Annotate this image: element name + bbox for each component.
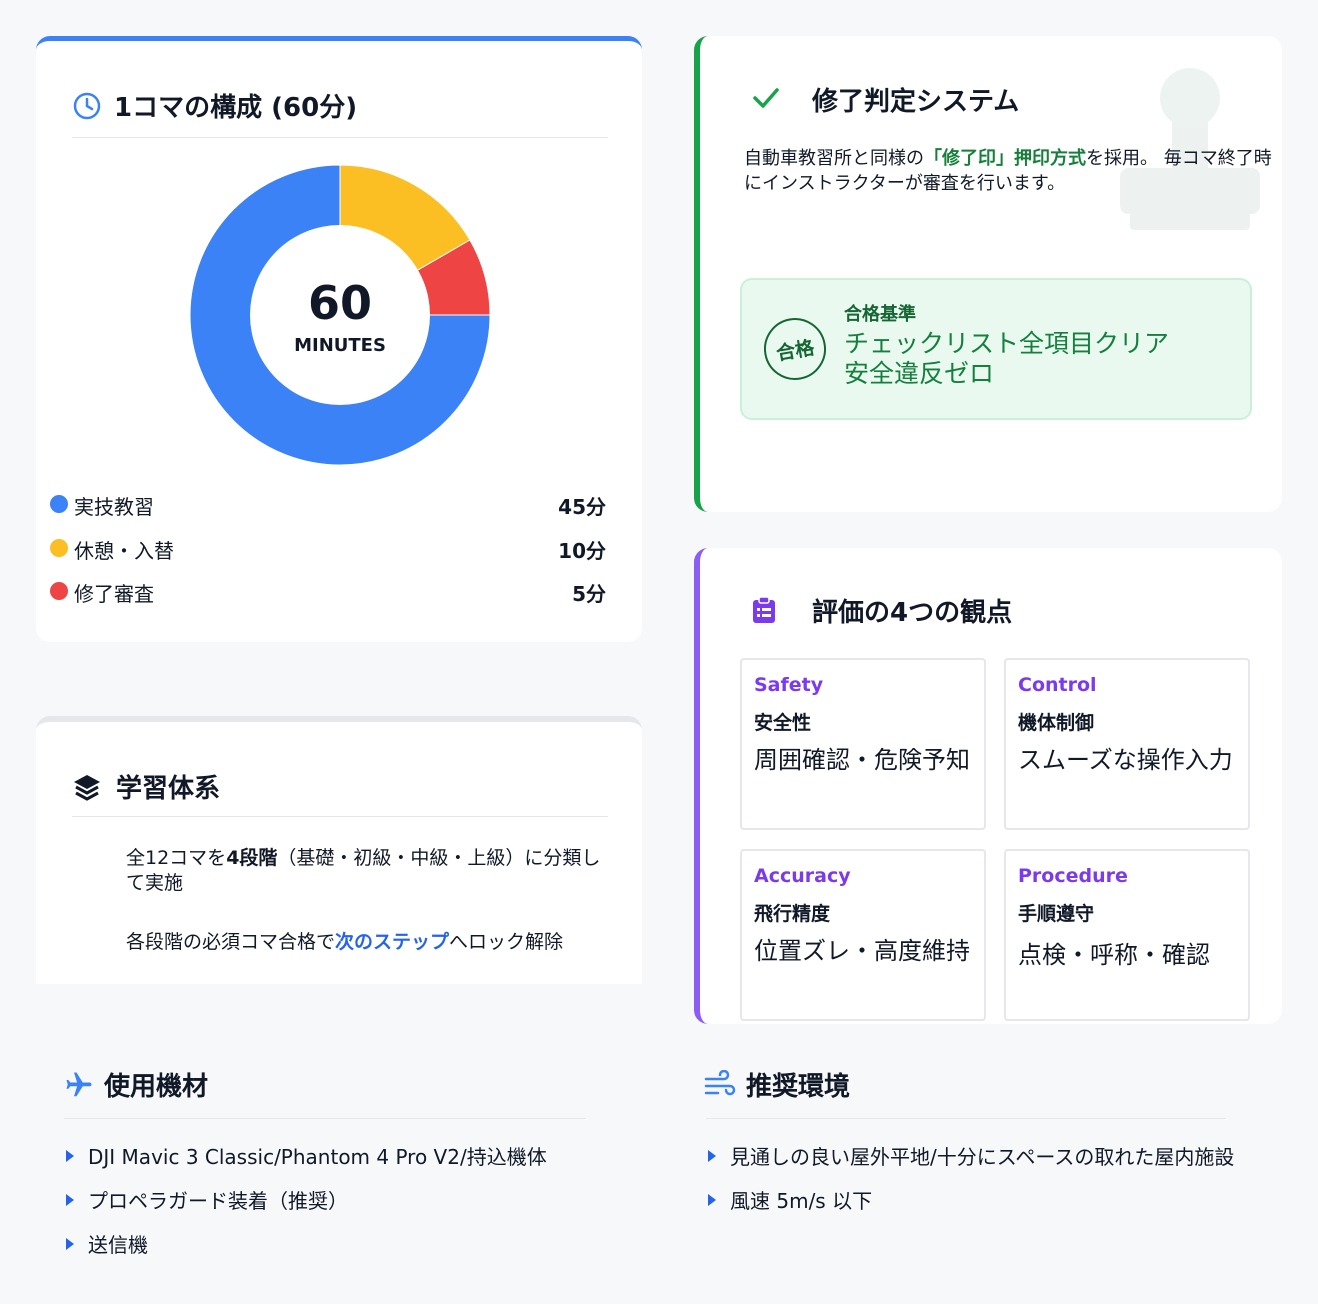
judgement-description: 自動車教習所と同様の「修了印」押印方式を採用。 毎コマ終了時にインストラクターが… (744, 146, 1274, 196)
divider (72, 137, 608, 138)
eval-jp: 機体制御 (1018, 712, 1095, 734)
equipment-item-text: プロペラガード装着（推奨） (88, 1189, 348, 1213)
next-step-link: 次のステップ (335, 931, 450, 953)
eval-item-procedure: Procedure 手順遵守 点検・呼称・確認 (1004, 849, 1250, 1021)
eval-desc: 点検・呼称・確認 (1018, 941, 1210, 969)
equipment-item: プロペラガード装着（推奨） (66, 1185, 348, 1214)
legend-value: 10分 (558, 539, 606, 563)
donut-center-unit: MINUTES (294, 335, 386, 356)
eval-jp: 手順遵守 (1018, 903, 1095, 925)
text: 全12コマを (126, 847, 227, 869)
legend-item: 実技教習 45分 (50, 489, 606, 519)
legend-dot (50, 495, 68, 513)
clock-icon (72, 91, 102, 125)
legend-label: 修了審査 (74, 582, 154, 606)
learning-title: 学習体系 (116, 774, 221, 804)
eval-en: Accuracy (754, 865, 851, 887)
bullet-triangle-icon (66, 1194, 74, 1206)
eval-en: Control (1018, 674, 1097, 696)
composition-title: 1コマの構成 (60分) (114, 93, 358, 123)
bullet-triangle-icon (708, 1194, 716, 1206)
text: へロック解除 (449, 931, 564, 953)
legend-item: 休憩・入替 10分 (50, 533, 606, 563)
bullet-triangle-icon (66, 1150, 74, 1162)
environment-title: 推奨環境 (746, 1072, 851, 1102)
bold-text: 4段階 (226, 847, 278, 869)
criteria-title: 合格基準 (844, 304, 916, 325)
legend-item: 修了審査 5分 (50, 576, 606, 606)
layers-icon (72, 772, 102, 806)
legend-dot (50, 539, 68, 557)
eval-desc: 位置ズレ・高度維持 (754, 937, 970, 965)
composition-donut-chart: 60 MINUTES (189, 164, 491, 466)
judgement-card: 修了判定システム 自動車教習所と同様の「修了印」押印方式を採用。 毎コマ終了時に… (694, 36, 1282, 512)
divider (72, 816, 608, 817)
eval-jp: 安全性 (754, 712, 812, 734)
pass-stamp: 合格 (759, 313, 831, 385)
bullet-triangle-icon (66, 1238, 74, 1250)
legend-label: 休憩・入替 (74, 539, 174, 563)
legend-value: 5分 (572, 582, 606, 606)
environment-item-text: 風速 5m/s 以下 (730, 1189, 873, 1213)
equipment-item-text: DJI Mavic 3 Classic/Phantom 4 Pro V2/持込機… (88, 1145, 547, 1169)
equipment-item: DJI Mavic 3 Classic/Phantom 4 Pro V2/持込機… (66, 1141, 547, 1170)
composition-card: 1コマの構成 (60分) 60 MINUTES 実技教習 45分 休憩・入替 1… (36, 36, 642, 642)
clipboard-icon (752, 596, 776, 628)
bullet-triangle-icon (708, 1150, 716, 1162)
eval-item-safety: Safety 安全性 周囲確認・危険予知 (740, 658, 986, 830)
checkmark-icon (752, 86, 780, 114)
eval-jp: 飛行精度 (754, 903, 831, 925)
desc-text: 自動車教習所と同様の (744, 148, 924, 169)
donut-center-value: 60 (308, 276, 372, 330)
equipment-title: 使用機材 (104, 1072, 209, 1102)
equipment-item-text: 送信機 (88, 1233, 148, 1257)
environment-item-text: 見通しの良い屋外平地/十分にスペースの取れた屋内施設 (730, 1145, 1235, 1169)
judgement-title: 修了判定システム (812, 87, 1020, 117)
legend-label: 実技教習 (74, 495, 154, 519)
wind-icon (704, 1069, 736, 1104)
divider (64, 1118, 586, 1119)
eval-en: Safety (754, 674, 824, 696)
legend-dot (50, 582, 68, 600)
learning-line-1: 全12コマを4段階（基礎・初級・中級・上級）に分類して実施 (126, 846, 616, 896)
text: 各段階の必須コマ合格で (126, 931, 336, 953)
eval-item-control: Control 機体制御 スムーズな操作入力 (1004, 658, 1250, 830)
eval-en: Procedure (1018, 865, 1128, 887)
divider (706, 1118, 1226, 1119)
evaluation-card: 評価の4つの観点 Safety 安全性 周囲確認・危険予知 Control 機体… (694, 548, 1282, 1024)
evaluation-title: 評価の4つの観点 (812, 598, 1013, 628)
desc-highlight: 「修了印」押印方式 (924, 148, 1086, 169)
learning-system-card: 学習体系 全12コマを4段階（基礎・初級・中級・上級）に分類して実施 各段階の必… (36, 716, 642, 984)
criteria-line: 安全違反ゼロ (844, 359, 995, 388)
environment-item: 見通しの良い屋外平地/十分にスペースの取れた屋内施設 (708, 1141, 1234, 1170)
equipment-item: 送信機 (66, 1229, 148, 1258)
eval-item-accuracy: Accuracy 飛行精度 位置ズレ・高度維持 (740, 849, 986, 1021)
learning-line-2: 各段階の必須コマ合格で次のステップへロック解除 (126, 930, 626, 955)
eval-desc: 周囲確認・危険予知 (754, 746, 970, 774)
airplane-icon (64, 1070, 94, 1104)
environment-item: 風速 5m/s 以下 (708, 1185, 872, 1214)
legend-value: 45分 (558, 495, 606, 519)
pass-criteria-box: 合格 合格基準 チェックリスト全項目クリア 安全違反ゼロ (740, 278, 1252, 420)
eval-desc: スムーズな操作入力 (1018, 746, 1233, 774)
